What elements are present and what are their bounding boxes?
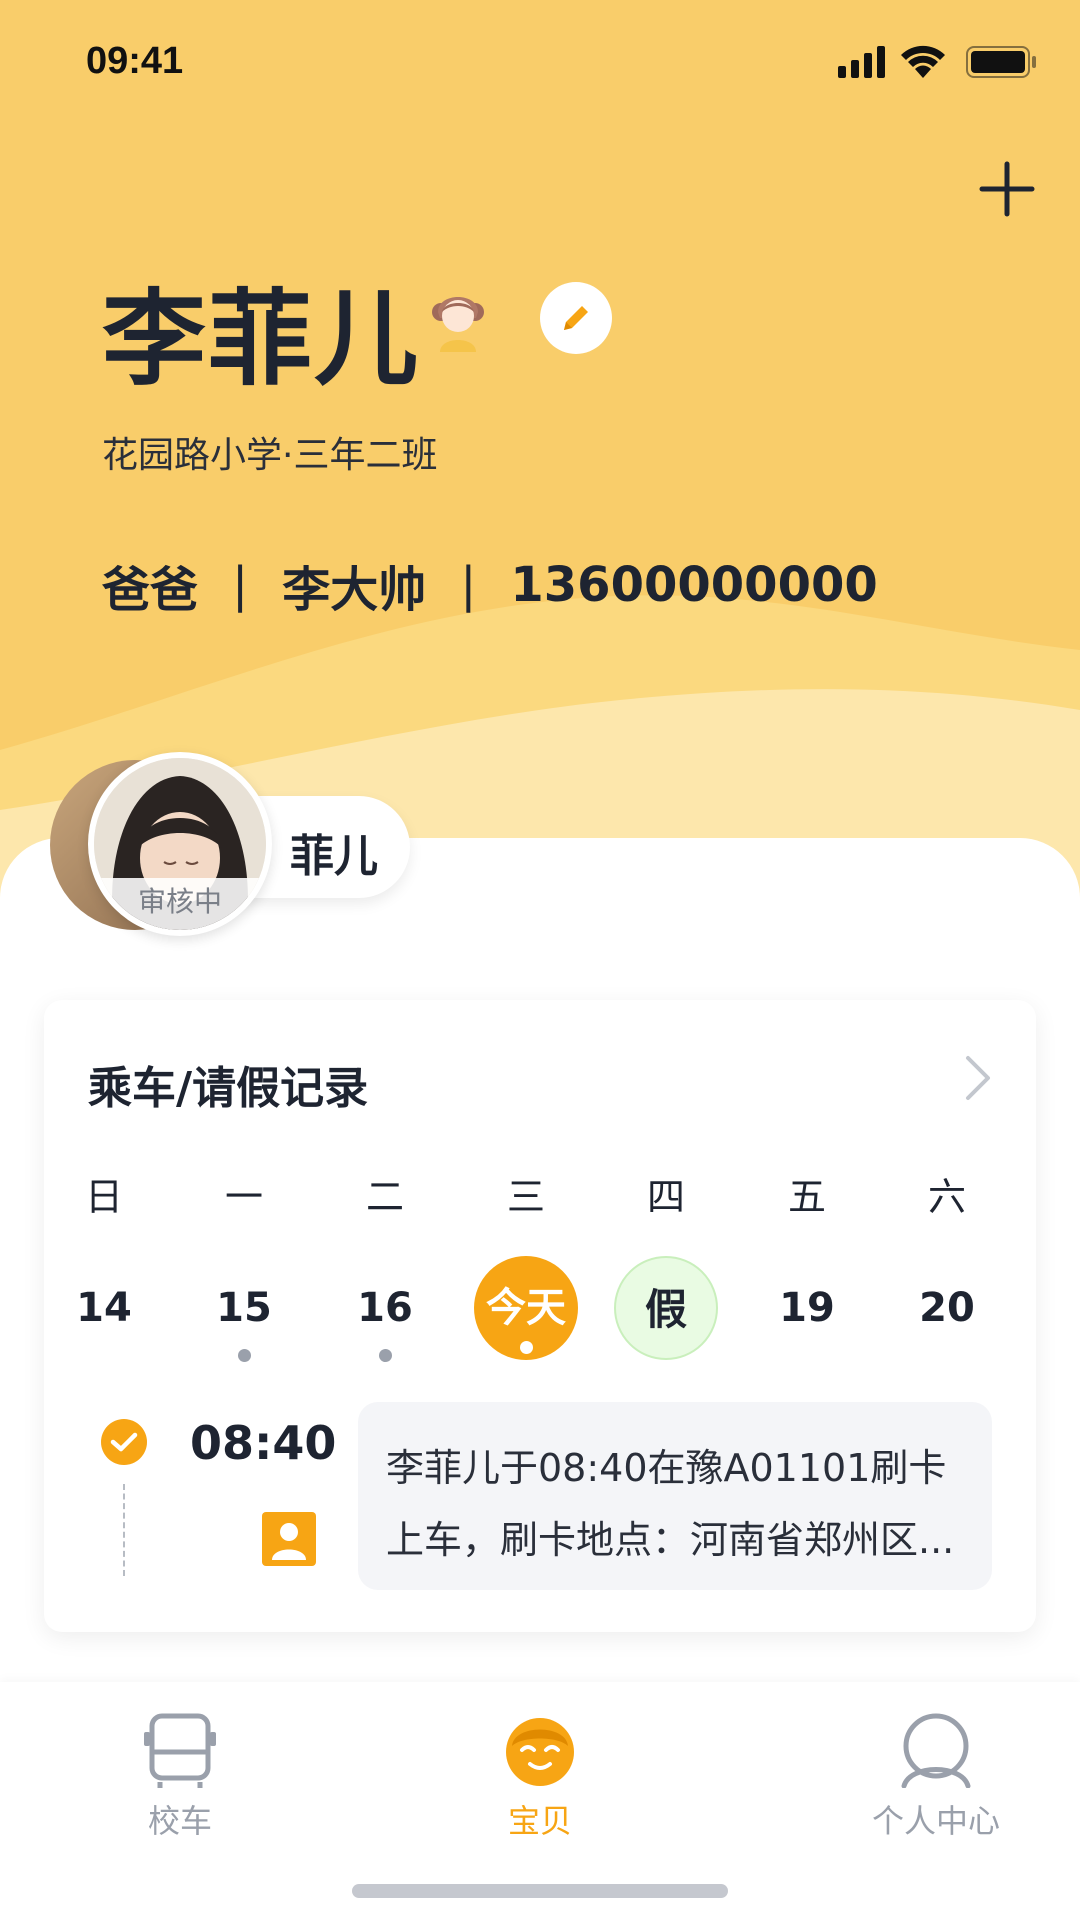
child-full-name: 李菲儿 — [102, 278, 421, 400]
record-detail[interactable]: 李菲儿于08:40在豫A01101刷卡上车，刷卡地点：河南省郑州区... — [358, 1402, 992, 1590]
date-label: 20 — [919, 1285, 975, 1331]
guardian-relation: 爸爸 — [102, 562, 199, 618]
girl-icon — [432, 297, 484, 352]
tab-school-bus[interactable]: 校车 — [80, 1712, 280, 1842]
divider: | — [232, 557, 249, 613]
date-cell[interactable]: 20 — [895, 1256, 999, 1360]
guardian-info: 爸爸 | 李大帅 | 13600000000 — [102, 550, 878, 620]
date-cell[interactable]: 19 — [755, 1256, 859, 1360]
date-cell[interactable]: 15 — [192, 1256, 296, 1362]
date-cell[interactable]: 14 — [52, 1256, 156, 1360]
pencil-icon — [564, 306, 588, 330]
guardian-phone[interactable]: 13600000000 — [510, 557, 877, 613]
battery-icon — [966, 46, 1036, 78]
review-status-badge: 审核中 — [94, 878, 266, 930]
record-time: 08:40 — [190, 1416, 337, 1470]
date-label: 19 — [779, 1285, 835, 1331]
baby-face-icon — [506, 1718, 574, 1786]
weekday-label: 三 — [506, 1175, 545, 1219]
weekday-label: 日 — [84, 1175, 123, 1219]
home-indicator[interactable] — [352, 1884, 728, 1898]
signal-icon — [838, 46, 885, 78]
tab-label: 校车 — [147, 1802, 212, 1840]
user-icon — [901, 1713, 971, 1788]
date-label: 假 — [644, 1285, 687, 1334]
weekday-label: 一 — [224, 1175, 263, 1219]
tab-baby[interactable]: 宝贝 — [440, 1712, 640, 1842]
date-cell-leave[interactable]: 假 — [614, 1256, 718, 1360]
wifi-icon — [901, 45, 945, 78]
status-time: 09:41 — [86, 40, 184, 82]
weekday-label: 五 — [787, 1175, 826, 1219]
ride-leave-record-card: 乘车/请假记录 日 一 二 三 四 五 六 14 15 16 今天 假 19 2… — [44, 1000, 1036, 1632]
weekday-label: 六 — [927, 1175, 966, 1219]
add-icon[interactable] — [978, 160, 1036, 218]
record-card-title[interactable]: 乘车/请假记录 — [88, 1052, 368, 1116]
divider: | — [460, 557, 477, 613]
screen: 09:41 李菲儿 花园路小学·三年二班 爸爸 | 李大帅 | 13600000… — [0, 0, 1080, 1920]
record-dot — [520, 1341, 533, 1354]
status-bar: 09:41 — [0, 0, 1080, 130]
date-cell-today[interactable]: 今天 — [474, 1256, 578, 1360]
tab-label: 个人中心 — [871, 1802, 1000, 1840]
child-nickname[interactable]: 菲儿 — [290, 820, 378, 884]
date-label: 14 — [76, 1285, 132, 1331]
weekday-label: 四 — [646, 1175, 685, 1219]
child-photo: 审核中 — [94, 758, 266, 930]
chevron-right-icon[interactable] — [958, 1052, 998, 1104]
edit-profile-button[interactable] — [540, 282, 612, 354]
weekday-label: 二 — [365, 1175, 404, 1219]
school-class: 花园路小学·三年二班 — [102, 435, 438, 476]
record-message: 李菲儿于08:40在豫A01101刷卡上车，刷卡地点：河南省郑州区... — [386, 1446, 955, 1562]
record-dot — [238, 1349, 251, 1362]
person-card-icon[interactable] — [262, 1512, 316, 1566]
record-dot — [379, 1349, 392, 1362]
bus-icon — [144, 1713, 216, 1788]
tab-label: 宝贝 — [507, 1802, 572, 1840]
date-label: 16 — [357, 1285, 413, 1331]
avatar[interactable]: 审核中 — [88, 752, 272, 936]
timeline-line — [123, 1484, 125, 1576]
date-label: 15 — [216, 1285, 272, 1331]
date-cell[interactable]: 16 — [333, 1256, 437, 1362]
guardian-name: 李大帅 — [282, 562, 427, 618]
date-label: 今天 — [486, 1285, 566, 1331]
check-circle-icon — [101, 1419, 147, 1465]
tab-personal-center[interactable]: 个人中心 — [836, 1712, 1036, 1842]
